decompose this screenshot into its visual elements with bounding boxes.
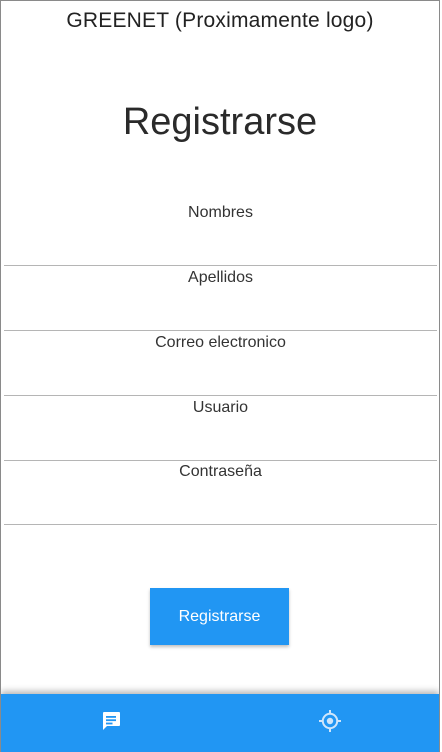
brand-title: GREENET (Proximamente logo): [66, 9, 374, 32]
email-field: Correo electronico: [4, 331, 437, 396]
username-field: Usuario: [4, 396, 437, 461]
nav-item-messages[interactable]: [1, 694, 220, 752]
email-label: Correo electronico: [155, 334, 286, 351]
register-button[interactable]: Registrarse: [150, 588, 289, 645]
surnames-input[interactable]: [4, 300, 437, 331]
names-input[interactable]: [4, 235, 437, 266]
username-label: Usuario: [192, 399, 249, 416]
surnames-field: Apellidos: [4, 266, 437, 331]
names-label: Nombres: [188, 204, 253, 221]
names-field: Nombres: [4, 201, 437, 266]
bottom-navigation-bar: [1, 694, 439, 752]
page-title: Registrarse: [122, 101, 318, 143]
password-input[interactable]: [4, 494, 437, 525]
username-input[interactable]: [4, 430, 437, 461]
surnames-label: Apellidos: [188, 269, 253, 286]
chat-message-icon: [99, 709, 123, 738]
app-screen: GREENET (Proximamente logo) Registrarse …: [0, 0, 440, 752]
password-field: Contraseña: [4, 460, 437, 525]
email-input[interactable]: [4, 365, 437, 396]
location-target-icon: [317, 708, 343, 739]
password-label: Contraseña: [179, 463, 262, 480]
nav-item-location[interactable]: [220, 694, 439, 752]
